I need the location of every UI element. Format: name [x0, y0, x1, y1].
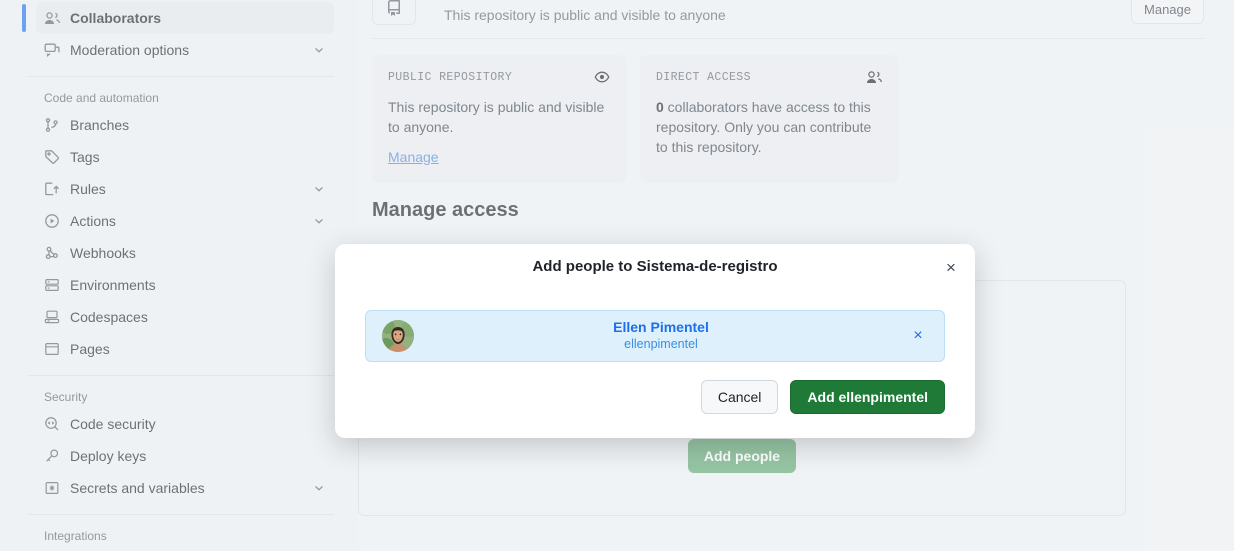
play-circle-icon: [44, 213, 60, 229]
direct-access-card: DIRECT ACCESS 0 collaborators have acces…: [640, 55, 898, 183]
tag-icon: [44, 149, 60, 165]
sidebar-item-secrets-and-variables[interactable]: Secrets and variables: [36, 472, 334, 504]
sidebar-item-tags[interactable]: Tags: [36, 141, 334, 173]
manage-visibility-link[interactable]: Manage: [388, 149, 439, 165]
add-people-button[interactable]: Add people: [687, 439, 797, 473]
sidebar-item-label: Secrets and variables: [70, 480, 205, 496]
sidebar-divider: [28, 76, 334, 77]
sidebar-group-general: Collaborators Moderation options: [0, 2, 358, 66]
sidebar-item-label: Environments: [70, 277, 156, 293]
app-root: Collaborators Moderation options Code an…: [0, 0, 1234, 551]
people-icon: [44, 10, 60, 26]
info-cards: PUBLIC REPOSITORY This repository is pub…: [358, 39, 1234, 183]
card-eyebrow: PUBLIC REPOSITORY: [388, 70, 513, 84]
sidebar-item-codespaces[interactable]: Codespaces: [36, 301, 334, 333]
sidebar-group-security: Security Code security Deploy keys Secre…: [0, 386, 358, 504]
card-eyebrow: DIRECT ACCESS: [656, 70, 751, 84]
card-header: DIRECT ACCESS: [656, 69, 882, 85]
selected-person-chip[interactable]: Ellen Pimentel ellenpimentel ×: [365, 310, 945, 362]
code-scan-icon: [44, 416, 60, 432]
sidebar-item-actions[interactable]: Actions: [36, 205, 334, 237]
sidebar-item-label: Collaborators: [70, 10, 162, 26]
key-icon: [44, 448, 60, 464]
sidebar-divider: [28, 375, 334, 376]
git-branch-icon: [44, 117, 60, 133]
avatar: [382, 320, 414, 352]
sidebar-group-title: Security: [44, 390, 88, 404]
sidebar-item-label: Branches: [70, 117, 130, 133]
sidebar-item-environments[interactable]: Environments: [36, 269, 334, 301]
remove-person-icon[interactable]: ×: [908, 327, 928, 345]
repo-icon: [372, 0, 416, 25]
server-icon: [44, 277, 60, 293]
add-collaborator-button[interactable]: Add ellenpimentel: [790, 380, 945, 414]
visibility-row: This repository is public and visible to…: [358, 0, 1234, 30]
chevron-down-icon: [312, 43, 326, 57]
dialog-title: Add people to Sistema-de-registro: [532, 257, 778, 275]
card-header: PUBLIC REPOSITORY: [388, 69, 610, 85]
sidebar-item-label: Moderation options: [70, 42, 190, 58]
sidebar-group-integrations: Integrations: [0, 525, 358, 543]
comment-discussion-icon: [44, 42, 60, 58]
sidebar-item-branches[interactable]: Branches: [36, 109, 334, 141]
card-body-text: collaborators have access to this reposi…: [656, 99, 872, 155]
sidebar-item-rules[interactable]: Rules: [36, 173, 334, 205]
sidebar-item-collaborators[interactable]: Collaborators: [22, 2, 334, 34]
sidebar-item-moderation-options[interactable]: Moderation options: [36, 34, 334, 66]
cancel-button[interactable]: Cancel: [700, 380, 779, 414]
sidebar-item-webhooks[interactable]: Webhooks: [36, 237, 334, 269]
person-name: Ellen Pimentel: [613, 319, 709, 336]
chevron-down-icon: [312, 182, 326, 196]
dialog-header: Add people to Sistema-de-registro ×: [335, 244, 975, 288]
eye-icon: [594, 69, 610, 85]
collaborator-count: 0: [656, 99, 664, 115]
close-icon[interactable]: ×: [941, 257, 961, 277]
codespaces-icon: [44, 309, 60, 325]
card-body: This repository is public and visible to…: [388, 99, 605, 135]
manage-visibility-button[interactable]: Manage: [1131, 0, 1204, 24]
sidebar-item-label: Webhooks: [70, 245, 136, 261]
person-login: ellenpimentel: [624, 336, 698, 351]
sidebar-item-label: Tags: [70, 149, 100, 165]
public-repository-card: PUBLIC REPOSITORY This repository is pub…: [372, 55, 626, 183]
people-icon: [866, 69, 882, 85]
manage-access-heading: Manage access: [372, 199, 519, 221]
dialog-actions: Cancel Add ellenpimentel: [335, 362, 975, 414]
sidebar-item-code-security[interactable]: Code security: [36, 408, 334, 440]
webhook-icon: [44, 245, 60, 261]
card-body: 0 collaborators have access to this repo…: [656, 97, 882, 157]
sidebar-item-label: Actions: [70, 213, 116, 229]
sidebar-item-label: Codespaces: [70, 309, 148, 325]
rules-icon: [44, 181, 60, 197]
visibility-text: This repository is public and visible to…: [444, 7, 726, 23]
sidebar-item-label: Rules: [70, 181, 106, 197]
sidebar-item-label: Code security: [70, 416, 156, 432]
sidebar-item-label: Pages: [70, 341, 110, 357]
sidebar-item-label: Deploy keys: [70, 448, 147, 464]
sidebar-item-pages[interactable]: Pages: [36, 333, 334, 365]
settings-sidebar: Collaborators Moderation options Code an…: [0, 0, 358, 551]
sidebar-group-code-and-automation: Code and automation Branches Tags Rules: [0, 87, 358, 365]
chevron-down-icon: [312, 214, 326, 228]
sidebar-item-deploy-keys[interactable]: Deploy keys: [36, 440, 334, 472]
person-identity: Ellen Pimentel ellenpimentel: [414, 319, 908, 352]
asterisk-key-icon: [44, 480, 60, 496]
sidebar-divider: [28, 514, 334, 515]
empty-state-actions: Add people: [359, 439, 1125, 473]
add-people-dialog: Add people to Sistema-de-registro × Elle…: [335, 244, 975, 438]
sidebar-group-title: Code and automation: [44, 91, 159, 105]
sidebar-group-title: Integrations: [44, 529, 107, 543]
browser-icon: [44, 341, 60, 357]
chevron-down-icon: [312, 481, 326, 495]
